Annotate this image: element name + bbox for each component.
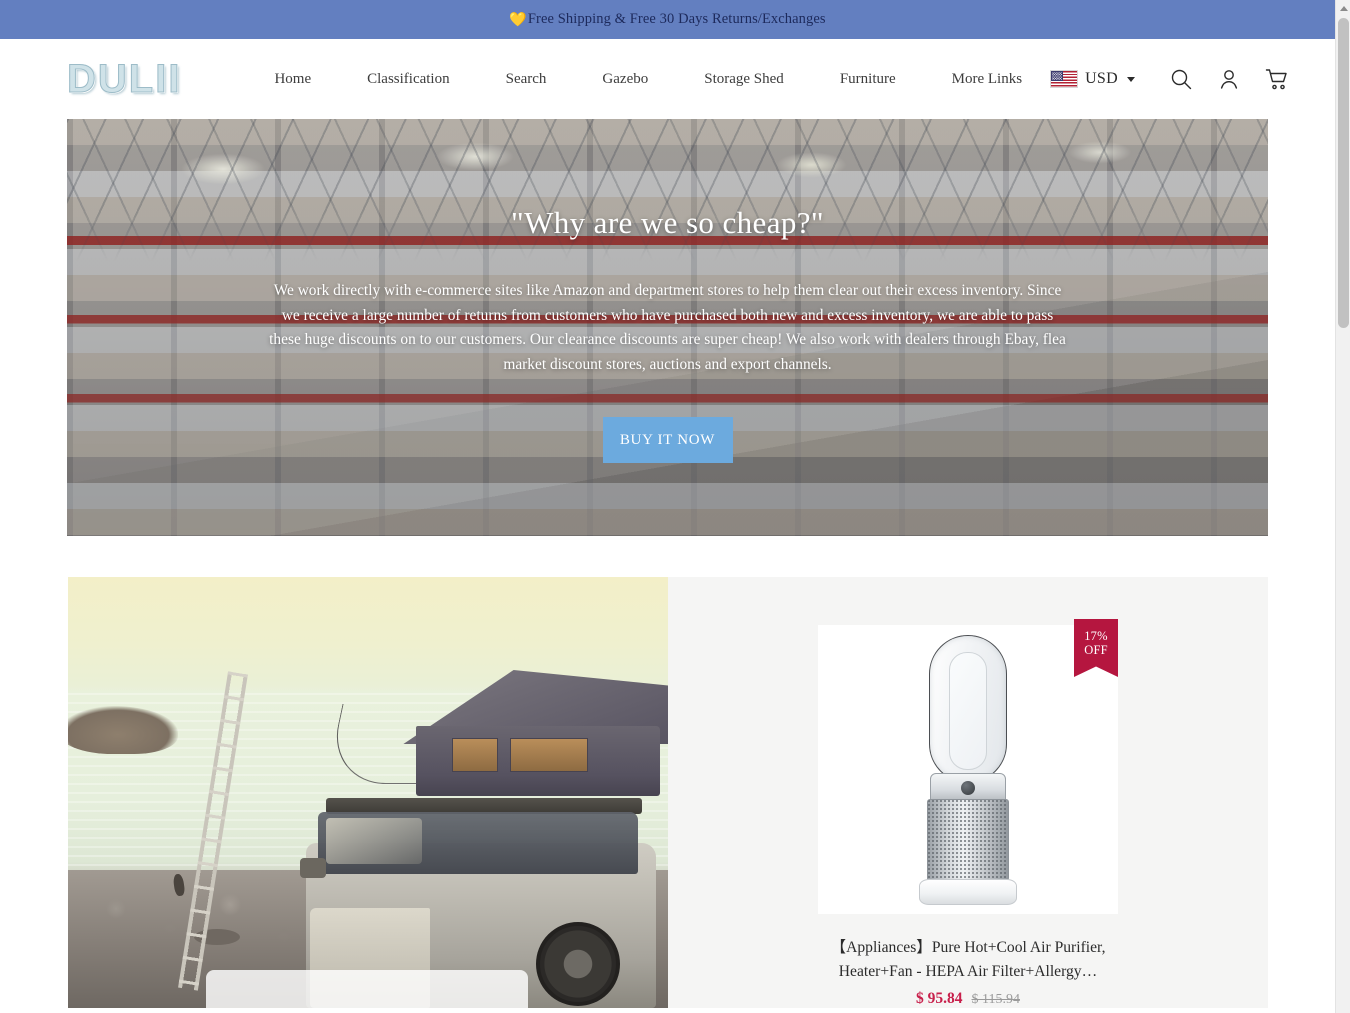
- nav-item-furniture[interactable]: Furniture: [812, 71, 924, 88]
- product-price: $ 95.84 $ 115.94: [916, 990, 1020, 1008]
- chevron-down-icon: [1126, 76, 1135, 82]
- nav-item-search[interactable]: Search: [478, 71, 575, 88]
- nav-item-home[interactable]: Home: [246, 71, 339, 88]
- hero-content: "Why are we so cheap?" We work directly …: [67, 119, 1268, 536]
- tent-window-left: [452, 738, 498, 772]
- discount-badge: 17% OFF: [1074, 619, 1118, 677]
- discount-percent: 17%: [1084, 629, 1108, 643]
- suv-windows: [318, 812, 638, 874]
- announcement-text: 💛 Free Shipping & Free 30 Days Returns/E…: [509, 11, 825, 28]
- product-original-price: $ 115.94: [971, 992, 1020, 1007]
- image-caption-overlay: [206, 970, 528, 1008]
- product-title[interactable]: 【Appliances】Pure Hot+Cool Air Purifier, …: [817, 936, 1119, 984]
- search-icon[interactable]: [1157, 57, 1205, 101]
- announcement-label: Free Shipping & Free 30 Days Returns/Exc…: [527, 11, 826, 27]
- user-account-icon[interactable]: [1205, 57, 1253, 101]
- lifestyle-image[interactable]: [68, 577, 668, 1008]
- purifier-filter-mesh: [927, 798, 1009, 881]
- hero-banner: "Why are we so cheap?" We work directly …: [67, 119, 1268, 536]
- product-sale-price: $ 95.84: [916, 990, 963, 1007]
- browser-scrollbar[interactable]: [1335, 0, 1350, 1013]
- us-flag-icon: [1050, 70, 1079, 88]
- site-logo[interactable]: DULII: [66, 59, 181, 100]
- site-header: DULII Home Classification Search Gazebo …: [0, 39, 1335, 119]
- spare-tire: [536, 922, 620, 1006]
- shopping-cart-icon[interactable]: [1253, 57, 1301, 101]
- nav-item-gazebo[interactable]: Gazebo: [574, 71, 676, 88]
- currency-selector[interactable]: USD: [1050, 70, 1157, 88]
- page-content: 💛 Free Shipping & Free 30 Days Returns/E…: [0, 0, 1335, 1013]
- scrollbar-thumb[interactable]: [1338, 18, 1349, 328]
- air-purifier-illustration: [903, 634, 1033, 905]
- hero-paragraph: We work directly with e-commerce sites l…: [269, 282, 1066, 373]
- feature-section: 17% OFF 【Appliances】Pure Hot+Cool Air Pu…: [0, 577, 1335, 1008]
- nav-item-storage-shed[interactable]: Storage Shed: [676, 71, 812, 88]
- hero-section: "Why are we so cheap?" We work directly …: [0, 119, 1335, 536]
- hero-title: "Why are we so cheap?": [511, 205, 824, 240]
- header-actions: USD: [1050, 57, 1301, 101]
- heart-icon: 💛: [509, 11, 527, 28]
- rooftop-tent: [325, 670, 668, 802]
- product-image-card[interactable]: 17% OFF: [818, 619, 1118, 914]
- purifier-base: [919, 878, 1017, 905]
- nav-item-more-links[interactable]: More Links: [924, 71, 1050, 88]
- announcement-bar: 💛 Free Shipping & Free 30 Days Returns/E…: [0, 0, 1335, 39]
- browser-viewport: 💛 Free Shipping & Free 30 Days Returns/E…: [0, 0, 1350, 1013]
- currency-label: USD: [1085, 70, 1118, 87]
- main-navigation: Home Classification Search Gazebo Storag…: [246, 71, 1050, 88]
- scroll-up-arrow-icon[interactable]: [1336, 0, 1350, 16]
- featured-product-panel: 17% OFF 【Appliances】Pure Hot+Cool Air Pu…: [668, 577, 1268, 1008]
- purifier-air-loop: [929, 634, 1007, 783]
- tent-window-right: [510, 738, 588, 772]
- suv-side-mirror: [300, 858, 326, 878]
- discount-off-label: OFF: [1084, 643, 1108, 657]
- purifier-control-knob: [961, 780, 975, 795]
- buy-it-now-button[interactable]: BUY IT NOW: [602, 417, 733, 463]
- nav-item-classification[interactable]: Classification: [339, 71, 478, 88]
